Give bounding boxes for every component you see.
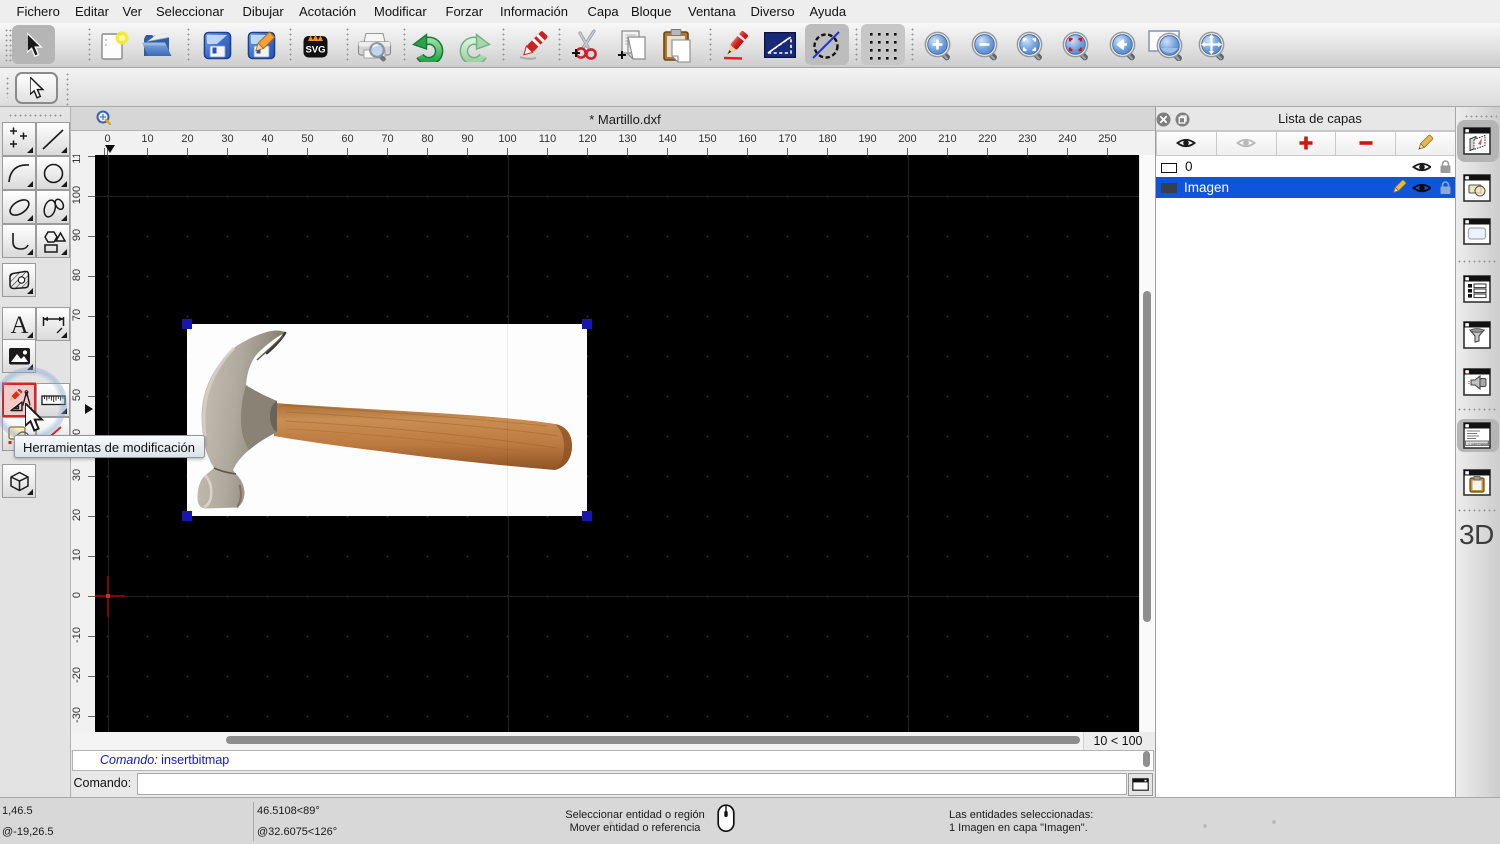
- svg-text:< command: < command: [1468, 442, 1488, 446]
- svg-text:SVG: SVG: [305, 45, 325, 56]
- svg-text:A: A: [10, 312, 28, 337]
